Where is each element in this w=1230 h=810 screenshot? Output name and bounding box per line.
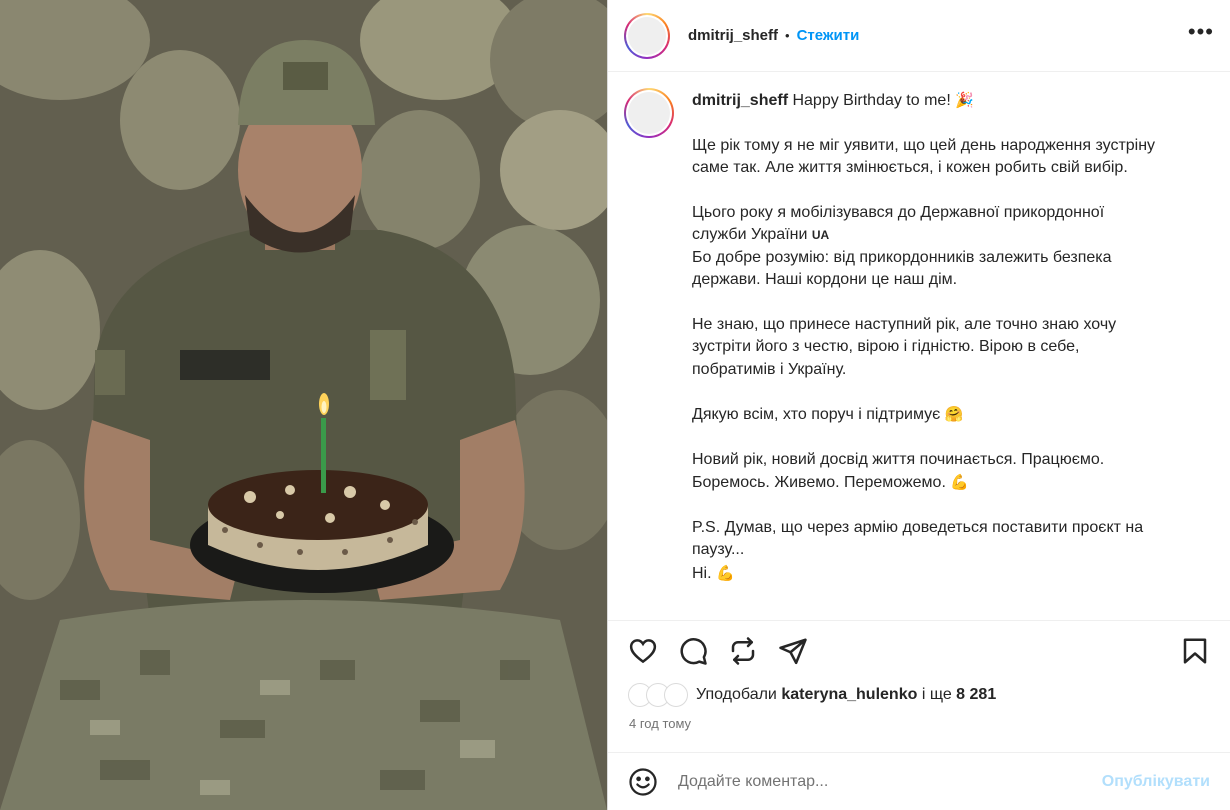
- post-photo[interactable]: [0, 0, 607, 810]
- party-emoji-icon: 🎉: [955, 91, 974, 109]
- caption-para2: Цього року я мобілізувався до Державної …: [692, 202, 1162, 292]
- comment-input[interactable]: [678, 772, 1102, 791]
- comment-bar: Опублікувати: [608, 752, 1230, 810]
- caption-para6b: Ні.: [692, 564, 712, 582]
- liker-avatar: [664, 683, 688, 707]
- emoji-picker-icon[interactable]: [628, 767, 658, 797]
- caption-para4-text: Дякую всім, хто поруч і підтримує: [692, 406, 941, 423]
- liker-avatars[interactable]: [628, 683, 688, 707]
- caption-text: dmitrij_sheff Happy Birthday to me! 🎉 Ще…: [692, 88, 1162, 620]
- post-panel: dmitrij_sheff • Стежити ••• dmitrij_shef…: [607, 0, 1230, 810]
- muscle-emoji-icon-2: 💪: [716, 563, 735, 582]
- separator-dot: •: [785, 28, 790, 43]
- likes-summary: Уподобали kateryna_hulenko і ще 8 281: [628, 683, 996, 707]
- caption-para3: Не знаю, що принесе наступний рік, але т…: [692, 315, 1117, 378]
- likes-suffix: і ще: [921, 686, 952, 703]
- follow-button[interactable]: Стежити: [797, 27, 860, 44]
- caption-area: dmitrij_sheff Happy Birthday to me! 🎉 Ще…: [608, 72, 1230, 620]
- comment-icon[interactable]: [678, 636, 708, 666]
- avatar[interactable]: [624, 12, 670, 59]
- author-username[interactable]: dmitrij_sheff: [688, 27, 778, 44]
- post-comment-button[interactable]: Опублікувати: [1102, 773, 1210, 791]
- heart-icon[interactable]: [628, 636, 658, 666]
- caption-para4: Дякую всім, хто поруч і підтримує 🤗: [692, 403, 1162, 427]
- caption-para1: Ще рік тому я не міг уявити, що цей день…: [692, 136, 1156, 177]
- muscle-emoji-icon: 💪: [950, 473, 970, 491]
- bookmark-icon[interactable]: [1180, 636, 1210, 666]
- likes-count[interactable]: 8 281: [956, 686, 996, 704]
- caption-para6: P.S. Думав, що через армію доведеться по…: [692, 517, 1162, 586]
- caption-para2b: Бо добре розумію: від прикордонників зал…: [692, 248, 1112, 289]
- action-bar: [608, 620, 1230, 680]
- send-icon[interactable]: [778, 636, 808, 666]
- caption-author[interactable]: dmitrij_sheff: [692, 92, 788, 109]
- caption-para2a: Цього року я мобілізувався до Державної …: [692, 203, 1105, 244]
- caption-avatar[interactable]: [624, 88, 674, 138]
- post-timestamp[interactable]: 4 год тому: [629, 716, 691, 731]
- caption-para5-text: Новий рік, новий досвід життя починаєтьс…: [692, 450, 1105, 492]
- ukraine-flag-icon: UA: [811, 228, 830, 242]
- liker-username[interactable]: kateryna_hulenko: [781, 686, 917, 704]
- caption-para6-text: P.S. Думав, що через армію доведеться по…: [692, 518, 1144, 559]
- more-options-icon[interactable]: •••: [1188, 19, 1214, 53]
- repost-icon[interactable]: [728, 636, 758, 666]
- caption-line1: Happy Birthday to me!: [792, 92, 951, 109]
- likes-prefix: Уподобали: [696, 686, 777, 703]
- caption-para5: Новий рік, новий досвід життя починаєтьс…: [692, 449, 1162, 495]
- hug-emoji-icon: 🤗: [944, 405, 964, 423]
- post-header: dmitrij_sheff • Стежити •••: [608, 0, 1230, 72]
